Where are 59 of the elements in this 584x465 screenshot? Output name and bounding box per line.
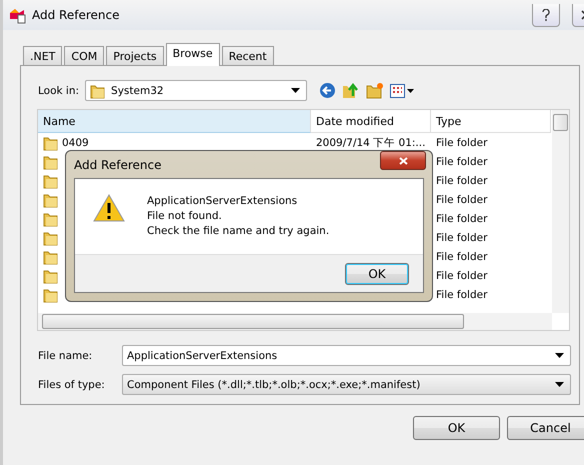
message-text: ApplicationServerExtensions [147,194,298,209]
caret-icon [291,88,300,93]
tab[interactable]: Recent [222,46,274,66]
look-in-dropdown[interactable]: System32 [85,80,308,101]
tab[interactable]: .NET [23,46,62,66]
file-name-field[interactable]: ApplicationServerExtensions [122,345,571,366]
column-header[interactable]: Name [38,110,311,133]
cancel-button[interactable]: Cancel [507,416,584,440]
column-header[interactable]: Date modified [311,110,431,133]
folder-icon [43,134,58,150]
folder-icon [43,268,58,284]
folder-icon [43,192,58,208]
type-cell: File folder [436,174,488,186]
column-header[interactable]: Type [431,110,551,133]
folder-icon [43,210,58,226]
message-text: Check the file name and try again. [147,224,330,239]
close-button[interactable] [380,151,426,170]
look-in-label: Look in: [38,84,80,96]
type-cell: File folder [436,270,488,282]
caret-icon [555,353,564,358]
date-cell: 2009/7/14 下午 01:... [316,136,426,150]
message-box-title: Add Reference [74,158,162,172]
help-icon [542,8,550,20]
tab[interactable]: Browse [166,43,220,66]
scroll-thumb[interactable] [42,314,464,329]
type-cell: File folder [436,194,488,206]
type-cell: File folder [436,288,488,300]
folder-icon [43,286,58,302]
type-cell: File folder [436,232,488,244]
folder-icon [43,248,58,264]
folder-icon [43,172,58,188]
file-type-label: Files of type: [38,378,106,390]
file-name-label: File name: [38,350,94,362]
app-logo-icon [9,6,26,24]
folder-icon [43,230,58,246]
view-menu-icon[interactable] [390,84,414,98]
type-cell: File folder [436,250,488,262]
help-button[interactable] [532,4,560,26]
ok-button[interactable]: OK [413,416,500,440]
window-title: Add Reference [32,8,120,22]
type-cell: File folder [436,136,488,148]
caret-icon [555,382,564,387]
folder-name: 0409 [62,136,89,148]
close-icon [398,156,408,164]
scroll-thumb[interactable] [553,114,568,131]
horizontal-scrollbar[interactable] [38,313,552,330]
type-cell: File folder [436,212,488,224]
new-folder-icon[interactable] [366,82,384,99]
up-folder-icon[interactable] [342,82,360,99]
vertical-scrollbar[interactable] [552,110,569,313]
ok-button[interactable]: OK [345,262,409,284]
folder-icon [43,154,58,170]
tab[interactable]: COM [64,46,104,66]
file-type-dropdown[interactable]: Component Files (*.dll;*.tlb;*.olb;*.ocx;*.exe;*.manifest) [122,374,571,395]
folder-icon [90,82,106,98]
warning-icon [93,194,125,222]
message-text: File not found. [147,209,223,224]
tab[interactable]: Projects [106,46,164,66]
type-cell: File folder [436,156,488,168]
